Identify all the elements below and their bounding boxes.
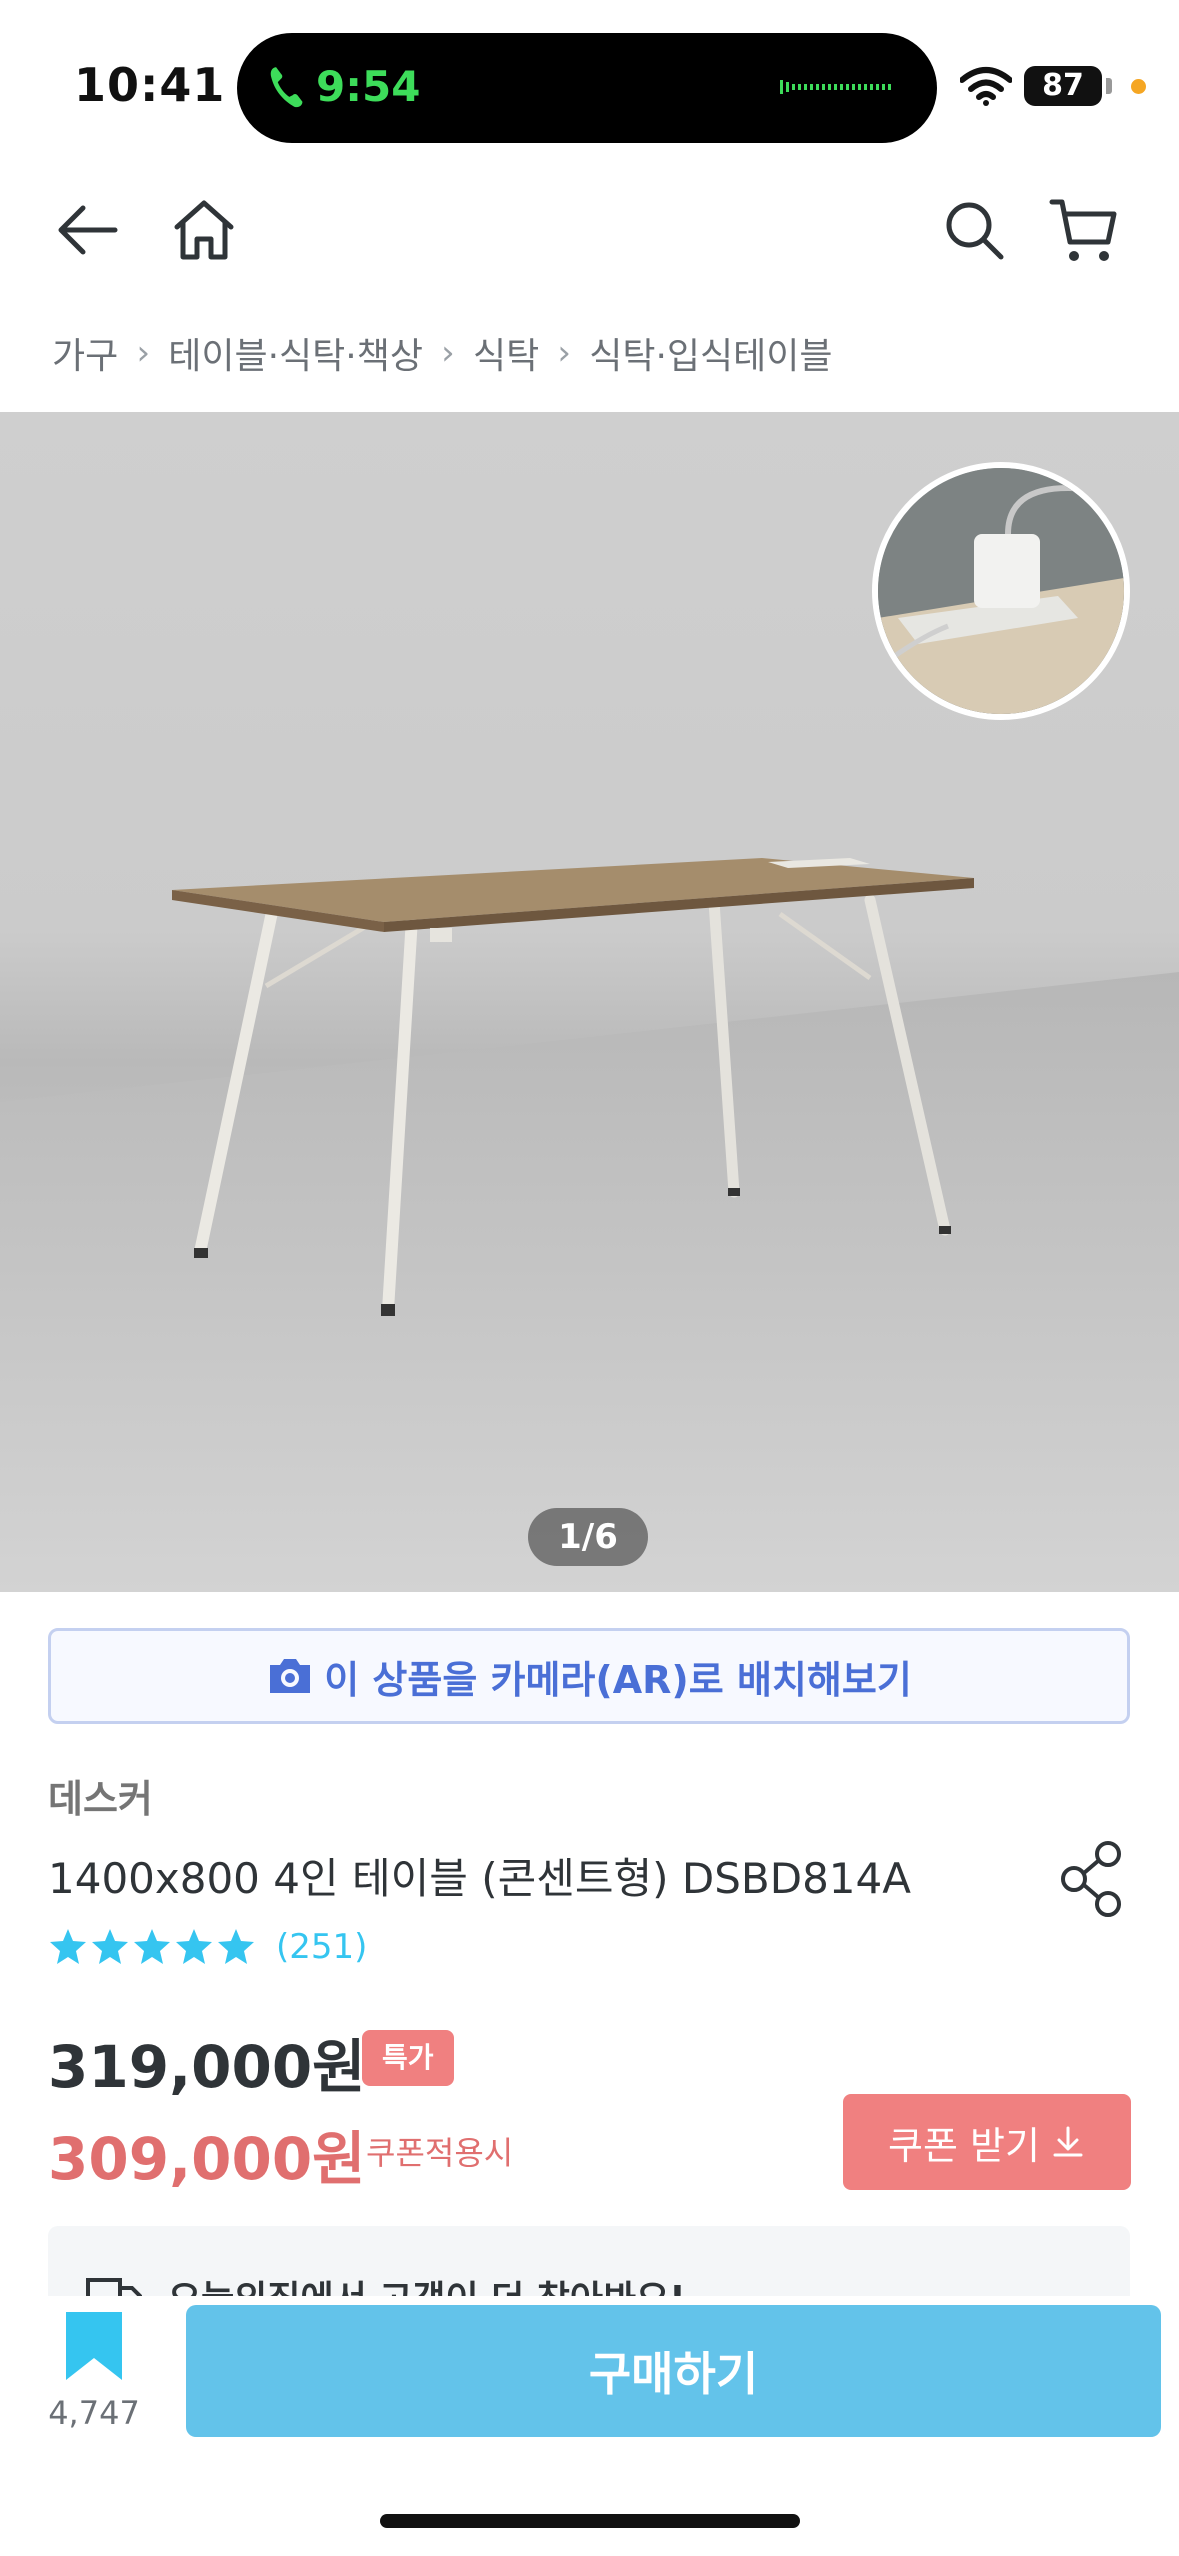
cart-icon xyxy=(1049,199,1117,261)
get-coupon-button[interactable]: 쿠폰 받기 xyxy=(843,2094,1131,2190)
image-counter: 1/6 xyxy=(528,1508,648,1566)
home-indicator xyxy=(380,2514,800,2528)
breadcrumb: 가구 › 테이블·식탁·책상 › 식탁 › 식탁·입식테이블 xyxy=(52,328,833,378)
top-nav xyxy=(0,170,1179,290)
back-button[interactable] xyxy=(48,190,128,270)
cart-button[interactable] xyxy=(1044,190,1124,270)
special-price-badge: 특가 xyxy=(362,2030,454,2086)
product-image-gallery[interactable]: 1/6 xyxy=(0,412,1179,1592)
breadcrumb-item[interactable]: 식탁·입식테이블 xyxy=(589,327,832,379)
star-icon xyxy=(92,1929,128,1964)
search-button[interactable] xyxy=(934,190,1014,270)
star-icon xyxy=(218,1929,254,1964)
info-banner-text: 오늘의집에서 고객이 더 찾아봐요! xyxy=(168,2270,686,2296)
star-icon xyxy=(50,1929,86,1964)
chevron-right-icon: › xyxy=(136,333,151,373)
home-icon xyxy=(174,200,234,260)
coupon-note: 쿠폰적용시 xyxy=(366,2134,514,2172)
battery-icon: 87 xyxy=(1024,66,1102,106)
wifi-icon xyxy=(960,67,1012,106)
status-bar: 10:41 9:54 87 xyxy=(0,0,1179,160)
ar-preview-button[interactable]: 이 상품을 카메라(AR)로 배치해보기 xyxy=(48,1628,1130,1724)
breadcrumb-item[interactable]: 가구 xyxy=(52,327,118,379)
bookmark-icon xyxy=(66,2312,122,2380)
coupon-price: 309,000원 xyxy=(48,2125,366,2193)
truck-icon xyxy=(86,2278,142,2296)
outlet-detail-thumbnail[interactable] xyxy=(872,462,1130,720)
privacy-indicator-dot xyxy=(1131,79,1146,94)
home-button[interactable] xyxy=(164,190,244,270)
buy-button[interactable]: 구매하기 xyxy=(186,2305,1161,2437)
brand-name[interactable]: 데스커 xyxy=(48,1768,153,1823)
back-arrow-icon xyxy=(58,205,118,255)
waveform-icon xyxy=(780,80,891,94)
status-clock: 10:41 xyxy=(74,58,226,112)
call-time: 9:54 xyxy=(316,62,421,111)
rating[interactable]: (251) xyxy=(48,1922,367,1972)
chevron-right-icon: › xyxy=(557,333,572,373)
download-icon xyxy=(1053,2126,1083,2157)
review-count[interactable]: (251) xyxy=(276,1927,367,1967)
search-icon xyxy=(946,202,1004,260)
outlet-detail-photo xyxy=(878,468,1124,714)
product-title: 1400x800 4인 테이블 (콘센트형) DSBD814A xyxy=(48,1854,911,1903)
camera-icon xyxy=(270,1659,311,1693)
breadcrumb-item[interactable]: 테이블·식탁·책상 xyxy=(168,327,423,379)
star-icon xyxy=(134,1929,170,1964)
ar-preview-label: 이 상품을 카메라(AR)로 배치해보기 xyxy=(324,1657,912,1702)
get-coupon-label: 쿠폰 받기 xyxy=(888,2123,1040,2168)
phone-icon xyxy=(270,67,303,108)
battery-cap xyxy=(1106,78,1112,94)
info-banner[interactable]: 오늘의집에서 고객이 더 찾아봐요! xyxy=(48,2226,1130,2296)
scrap-button[interactable]: 4,747 xyxy=(40,2310,148,2440)
star-icon xyxy=(176,1929,212,1964)
original-price: 319,000원 xyxy=(48,2033,366,2101)
breadcrumb-item[interactable]: 식탁 xyxy=(473,327,539,379)
share-icon[interactable] xyxy=(1058,1840,1128,1918)
chevron-right-icon: › xyxy=(441,333,455,373)
scrap-count: 4,747 xyxy=(48,2394,140,2432)
